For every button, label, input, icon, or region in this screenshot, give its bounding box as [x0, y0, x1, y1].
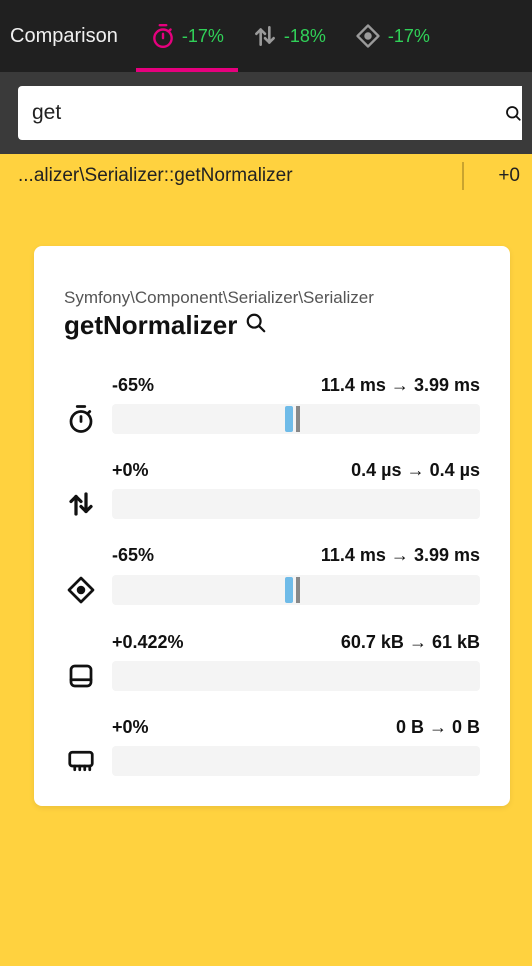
stopwatch-icon	[64, 404, 98, 434]
metric-time-bar	[112, 404, 480, 434]
metric-network-pct: +0%	[112, 717, 149, 738]
eye-diamond-icon	[64, 574, 98, 606]
metric-io-pct: +0%	[112, 460, 149, 481]
eye-diamond-icon	[354, 22, 382, 50]
metric-io-values: 0.4 µs → 0.4 µs	[351, 460, 480, 481]
magnify-icon[interactable]	[245, 312, 267, 339]
up-down-icon	[252, 23, 278, 49]
tab-io[interactable]: -18%	[238, 0, 340, 72]
metric-tabs: -17% -18% -17%	[136, 0, 444, 72]
page-title: Comparison	[10, 25, 118, 48]
result-area: ...alizer\Serializer::getNormalizer +0 S…	[0, 154, 532, 966]
metric-network-values: 0 B → 0 B	[396, 717, 480, 738]
card-function-name: getNormalizer	[64, 310, 237, 341]
header-bar: Comparison -17% -18%	[0, 0, 532, 72]
memory-icon	[64, 661, 98, 691]
stopwatch-icon	[150, 23, 176, 49]
search-input[interactable]	[18, 86, 504, 140]
metric-io: +0% 0.4 µs → 0.4 µs	[64, 460, 480, 519]
tab-time-pct: -17%	[182, 26, 224, 47]
metric-memory-bar	[112, 661, 480, 691]
network-icon	[64, 746, 98, 776]
metric-cpu: -65% 11.4 ms → 3.99 ms	[64, 545, 480, 606]
metric-cpu-pct: -65%	[112, 545, 154, 566]
up-down-icon	[64, 489, 98, 519]
metric-time: -65% 11.4 ms → 3.99 ms	[64, 375, 480, 434]
metric-network-bar	[112, 746, 480, 776]
tab-cpu-pct: -17%	[388, 26, 430, 47]
tab-cpu[interactable]: -17%	[340, 0, 444, 72]
metric-time-pct: -65%	[112, 375, 154, 396]
metric-cpu-bar	[112, 575, 480, 605]
search-button[interactable]	[504, 86, 522, 140]
result-header[interactable]: ...alizer\Serializer::getNormalizer +0	[0, 154, 532, 198]
detail-card: Symfony\Component\Serializer\Serializer …	[34, 246, 510, 806]
card-namespace: Symfony\Component\Serializer\Serializer	[64, 288, 480, 308]
metric-memory-values: 60.7 kB → 61 kB	[341, 632, 480, 653]
metric-network: +0% 0 B → 0 B	[64, 717, 480, 776]
metric-cpu-values: 11.4 ms → 3.99 ms	[321, 545, 480, 566]
metric-io-bar	[112, 489, 480, 519]
result-header-delta: +0	[474, 165, 520, 187]
metric-time-values: 11.4 ms → 3.99 ms	[321, 375, 480, 396]
tab-time[interactable]: -17%	[136, 0, 238, 72]
metric-memory-pct: +0.422%	[112, 632, 184, 653]
search-row	[0, 72, 532, 154]
tab-io-pct: -18%	[284, 26, 326, 47]
result-header-path: ...alizer\Serializer::getNormalizer	[18, 165, 452, 187]
result-header-divider	[462, 162, 464, 190]
metric-memory: +0.422% 60.7 kB → 61 kB	[64, 632, 480, 691]
